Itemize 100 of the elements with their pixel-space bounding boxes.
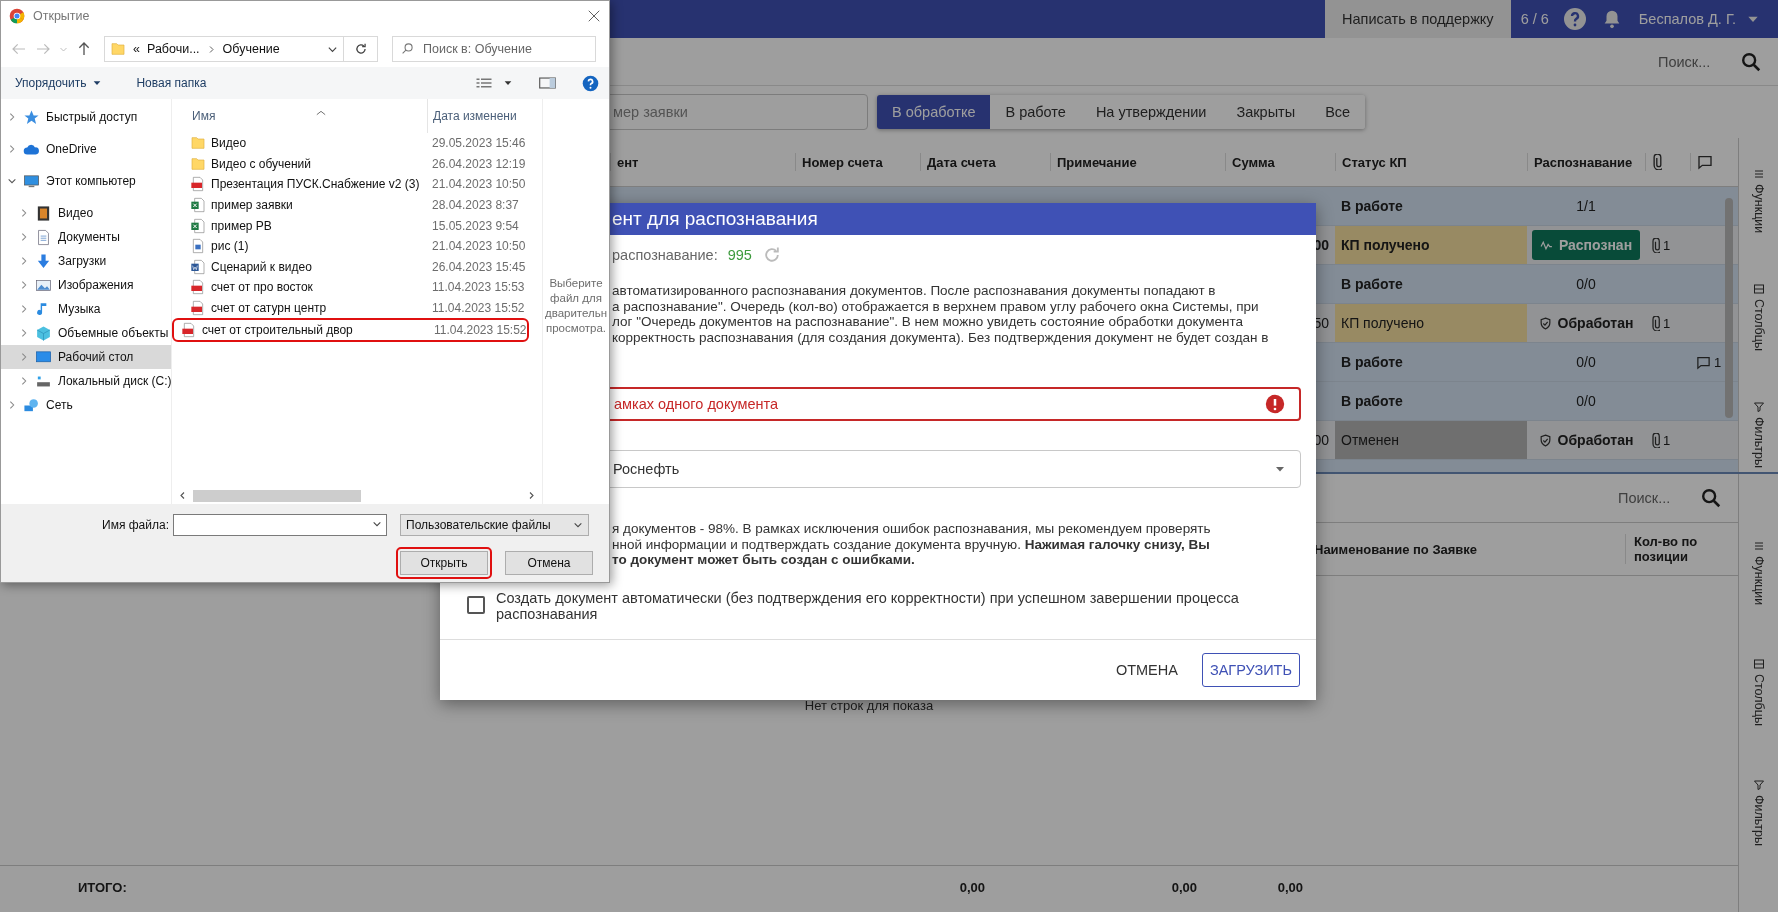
help-icon[interactable] (582, 74, 599, 92)
user-name[interactable]: Беспалов Д. Г. (1638, 11, 1736, 27)
attachment-count[interactable]: 1 (1651, 432, 1671, 448)
network-icon (23, 396, 40, 414)
word-file-icon (190, 258, 206, 275)
side-tab[interactable]: Фильтры (1751, 778, 1766, 846)
breadcrumb[interactable]: Обучение (222, 42, 280, 56)
queue-value: 995 (727, 247, 752, 263)
organize-menu[interactable]: Упорядочить (11, 74, 107, 92)
column-header: Статус КП (1335, 153, 1527, 171)
nav-item[interactable]: Объемные объекты (1, 321, 171, 345)
view-options-icon[interactable] (475, 76, 493, 90)
attachment-count[interactable]: 1 (1651, 315, 1671, 331)
checkbox[interactable] (467, 595, 485, 614)
status-cell: КП получено (1335, 304, 1527, 342)
attachment-count[interactable]: 1 (1651, 237, 1671, 253)
comment-count[interactable]: 1 (1696, 354, 1722, 370)
status-cell-text: В работе (1340, 197, 1404, 216)
nav-item[interactable]: Документы (1, 225, 171, 249)
folder-icon (110, 41, 126, 57)
shield-check-icon (1538, 433, 1552, 447)
pdf-file-icon (181, 322, 197, 339)
spreadsheet-file-icon (190, 197, 206, 214)
paperclip-icon (1652, 154, 1662, 170)
status-cell: КП получено (1335, 226, 1527, 264)
open-button[interactable]: Открыть (400, 551, 488, 575)
nav-item[interactable]: OneDrive (1, 137, 171, 161)
chevron-left-icon (178, 491, 187, 500)
nav-item[interactable]: Локальный диск (C:) (1, 369, 171, 393)
refresh-button[interactable] (344, 36, 378, 62)
file-row[interactable]: счет от сатурн центр 11.04.2023 15:52 (172, 297, 542, 319)
folder-icon (190, 135, 206, 152)
side-tab[interactable]: Столбцы (1751, 283, 1766, 352)
preview-pane-icon[interactable] (539, 76, 556, 90)
status-tab[interactable]: Закрыты (1221, 95, 1311, 129)
status-tab[interactable]: В работе (990, 95, 1081, 129)
file-row[interactable]: Сценарий к видео 26.04.2023 15:45 (172, 256, 542, 278)
search-icon (401, 42, 414, 55)
window-title: Открытие (33, 9, 91, 23)
nav-item[interactable]: Быстрый доступ (1, 105, 171, 129)
nav-item[interactable]: Рабочий стол (1, 345, 171, 369)
file-row[interactable]: Видео с обучений 26.04.2023 12:19 (172, 153, 542, 175)
nav-item[interactable]: Музыка (1, 297, 171, 321)
status-tab[interactable]: На утверждении (1080, 95, 1222, 129)
file-name-field[interactable] (173, 514, 387, 536)
search-field[interactable]: Поиск... (1616, 489, 1690, 507)
upload-button[interactable]: ЗАГРУЗИТЬ (1201, 653, 1300, 687)
empty-message: Нет строк для показа (804, 698, 934, 713)
processed-status: Обработан (1538, 315, 1634, 331)
help-icon[interactable] (1562, 7, 1587, 31)
recognize-button[interactable]: Распознан (1531, 230, 1641, 260)
total-value: 0,00 (1276, 879, 1303, 895)
side-tab[interactable]: Функции (1751, 540, 1766, 606)
chevron-right-icon (19, 280, 29, 290)
spreadsheet-file-icon (190, 217, 206, 234)
file-type-select[interactable]: Пользовательские файлы (400, 514, 589, 536)
close-icon[interactable] (587, 9, 601, 23)
monitor-icon (23, 172, 40, 190)
file-row[interactable]: счет от строительный двор 11.04.2023 15:52 (174, 320, 527, 341)
browser-logo-icon (9, 8, 25, 24)
search-field[interactable]: Поиск в: Обучение (392, 36, 596, 62)
nav-item[interactable]: Видео (1, 201, 171, 225)
search-field[interactable]: Поиск... (1656, 52, 1730, 71)
document-icon (35, 228, 52, 246)
new-folder-button[interactable]: Новая папка (132, 74, 211, 92)
address-bar[interactable]: « Рабочи... Обучение (104, 36, 344, 62)
side-tab[interactable]: Столбцы (1751, 658, 1766, 727)
status-tab[interactable]: Все (1310, 95, 1366, 129)
chevron-down-icon (7, 176, 17, 186)
path-overflow[interactable]: « (133, 42, 140, 56)
file-row[interactable]: Видео 29.05.2023 15:46 (172, 133, 542, 154)
file-row[interactable]: рис (1) 21.04.2023 10:50 (172, 235, 542, 257)
scrollbar[interactable] (1725, 198, 1733, 418)
column-header: Номер счета (795, 153, 920, 171)
recognition-count: 0/0 (1576, 276, 1596, 292)
nav-item[interactable]: Загрузки (1, 249, 171, 273)
search-icon[interactable] (1740, 50, 1762, 73)
search-icon[interactable] (1700, 487, 1722, 509)
chevron-right-icon (7, 400, 17, 410)
file-row[interactable]: Презентация ПУСК.Снабжение v2 (3) 21.04.2023 10:50 (172, 174, 542, 195)
nav-item[interactable]: Этот компьютер (1, 169, 171, 193)
breadcrumb[interactable]: Рабочи... (146, 42, 200, 56)
status-cell: Отменен (1335, 421, 1527, 459)
info-text-line: а распознавание". Очередь (кол-во) отображается в верхнем правом углу рабочего окна Системы, при (612, 298, 1260, 314)
column-header[interactable]: Имя (192, 109, 216, 123)
recognition-count: 0/0 (1576, 354, 1596, 370)
side-tab[interactable]: Фильтры (1751, 401, 1766, 469)
side-tab[interactable]: Функции (1751, 168, 1766, 234)
status-tab[interactable]: В обработке (877, 95, 991, 129)
chevron-right-icon (7, 112, 17, 122)
nav-item[interactable]: Изображения (1, 273, 171, 297)
file-name-label: Имя файла: (101, 518, 170, 532)
support-button[interactable]: Написать в поддержку (1325, 0, 1511, 38)
file-row[interactable]: счет от про восток 11.04.2023 15:53 (172, 277, 542, 298)
chevron-right-icon (19, 232, 29, 242)
cancel-button[interactable]: Отмена (505, 551, 593, 575)
nav-item[interactable]: Сеть (1, 393, 171, 417)
column-header[interactable]: Дата изменени (427, 99, 517, 133)
up-arrow-icon[interactable] (76, 41, 92, 57)
queue-label: распознавание: (612, 247, 718, 263)
